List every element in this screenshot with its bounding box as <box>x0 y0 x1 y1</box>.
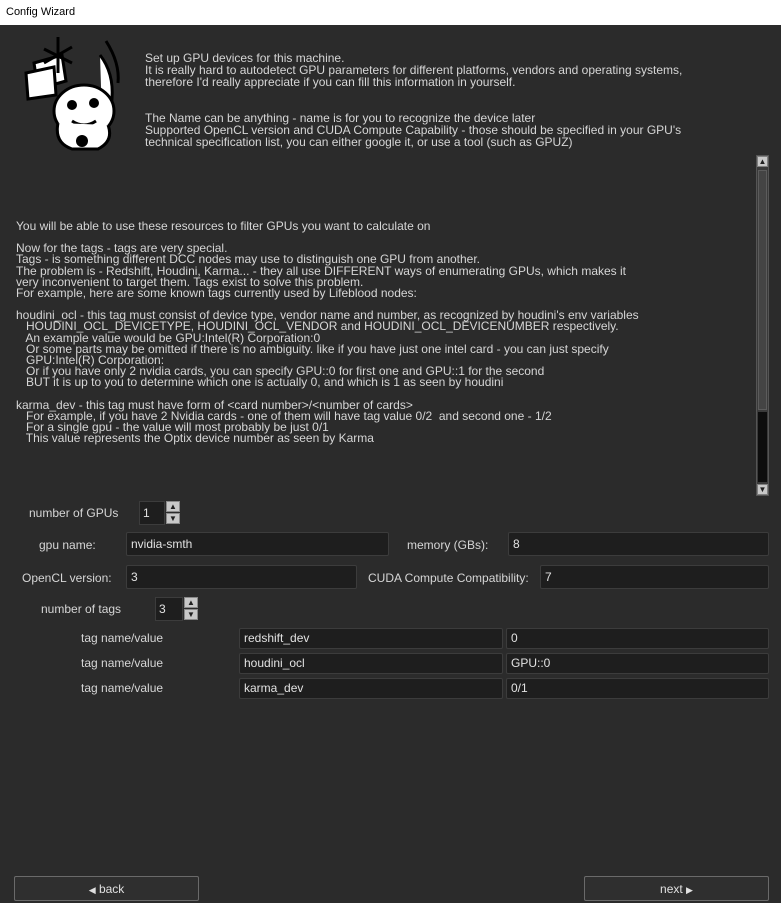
num-tags-label: number of tags <box>41 602 122 616</box>
spin-up-icon[interactable]: ▲ <box>184 597 198 608</box>
opencl-label: OpenCL version: <box>22 571 112 585</box>
tag-name-input[interactable]: houdini_ocl <box>239 653 503 674</box>
back-button-label: back <box>98 882 125 896</box>
gpu-name-input[interactable]: nvidia-smth <box>126 532 389 556</box>
scroll-down-icon[interactable]: ▼ <box>757 484 768 495</box>
num-tags-spinbox[interactable]: 3 <box>155 597 183 621</box>
help-line: You will be able to use these resources … <box>16 221 431 233</box>
help-scroll-area[interactable]: You will be able to use these resources … <box>14 155 769 496</box>
help-line: This value represents the Optix device n… <box>16 431 374 446</box>
vertical-scrollbar[interactable]: ▲ ▼ <box>756 155 769 496</box>
num-tags-stepper[interactable]: ▲ ▼ <box>184 597 198 621</box>
tag-value-input[interactable]: 0 <box>506 628 769 649</box>
scrollbar-track[interactable] <box>758 412 767 482</box>
memory-label: memory (GBs): <box>407 538 489 552</box>
help-text: You will be able to use these resources … <box>16 221 756 495</box>
cuda-label: CUDA Compute Compatibility: <box>368 571 529 585</box>
help-paragraph: Now for the tags - tags are very special… <box>16 242 756 301</box>
spin-up-icon[interactable]: ▲ <box>166 501 180 512</box>
help-paragraph: You will be able to use these resources … <box>16 221 756 232</box>
num-gpus-stepper[interactable]: ▲ ▼ <box>166 501 180 525</box>
tag-name-input[interactable]: karma_dev <box>239 678 503 699</box>
tag-row-label: tag name/value <box>81 681 164 695</box>
num-gpus-spinbox[interactable]: 1 <box>139 501 165 525</box>
next-arrow-icon: ▶ <box>686 885 693 895</box>
intro-text: Set up GPU devices for this machine. It … <box>145 40 755 172</box>
tag-value-input[interactable]: GPU::0 <box>506 653 769 674</box>
opencl-input[interactable]: 3 <box>126 565 357 589</box>
help-paragraph: houdini_ocl - this tag must consist of d… <box>16 309 756 390</box>
tag-row-label: tag name/value <box>81 656 164 670</box>
next-button[interactable]: next ▶ <box>584 876 769 901</box>
gpu-name-label: gpu name: <box>39 538 96 552</box>
scroll-up-icon[interactable]: ▲ <box>757 156 768 167</box>
help-line: For example, here are some known tags cu… <box>16 286 417 301</box>
window-title: Config Wizard <box>0 0 781 25</box>
tag-name-input[interactable]: redshift_dev <box>239 628 503 649</box>
spin-down-icon[interactable]: ▼ <box>184 609 198 620</box>
help-paragraph: karma_dev - this tag must have form of <… <box>16 399 756 446</box>
help-line: BUT it is up to you to determine which o… <box>16 375 504 390</box>
scrollbar-thumb[interactable] <box>758 170 767 410</box>
tag-row-label: tag name/value <box>81 631 164 645</box>
intro-paragraph: The Name can be anything - name is for y… <box>145 111 682 149</box>
intro-paragraph: Set up GPU devices for this machine. It … <box>145 51 683 89</box>
mascot-logo <box>14 33 134 155</box>
next-button-label: next <box>660 882 683 896</box>
cuda-input[interactable]: 7 <box>540 565 769 589</box>
memory-input[interactable]: 8 <box>508 532 769 556</box>
back-button[interactable]: ◀ back <box>14 876 199 901</box>
back-arrow-icon: ◀ <box>88 885 96 895</box>
spin-down-icon[interactable]: ▼ <box>166 513 180 524</box>
num-gpus-label: number of GPUs <box>29 506 119 520</box>
tag-value-input[interactable]: 0/1 <box>506 678 769 699</box>
